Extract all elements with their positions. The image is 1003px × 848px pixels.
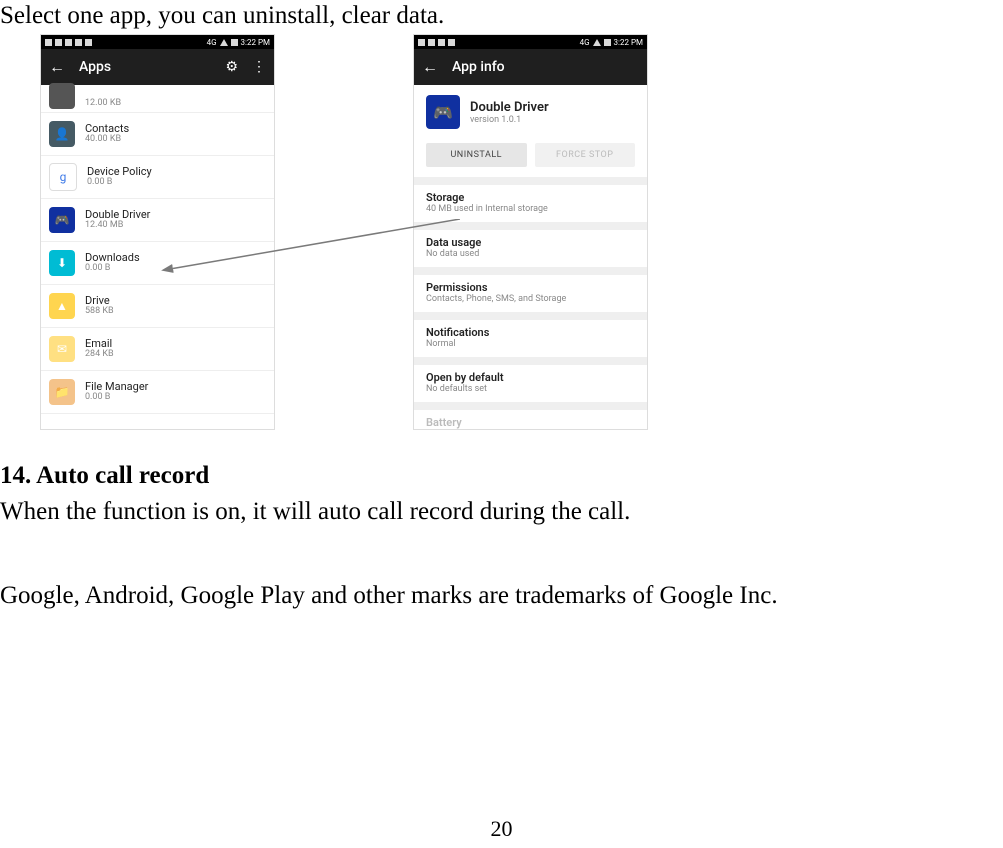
app-icon: ✉ (49, 336, 75, 362)
app-icon: 👤 (49, 121, 75, 147)
network-label: 4G (207, 38, 217, 47)
app-row[interactable]: 🎮Double Driver12.40 MB (41, 199, 274, 242)
app-size: 0.00 B (85, 264, 140, 274)
intro-text: Select one app, you can uninstall, clear… (0, 2, 1003, 30)
gear-icon[interactable]: ⚙ (225, 59, 238, 75)
info-section[interactable]: PermissionsContacts, Phone, SMS, and Sto… (414, 267, 647, 312)
status-icon (418, 39, 425, 46)
app-size: 12.40 MB (85, 221, 150, 231)
status-icon (448, 39, 455, 46)
section-subtitle: Contacts, Phone, SMS, and Storage (426, 294, 635, 304)
section-title: Storage (426, 191, 635, 204)
battery-icon (604, 39, 611, 46)
section-heading: 14. Auto call record (0, 462, 1003, 490)
uninstall-button[interactable]: UNINSTALL (426, 143, 527, 167)
clock-label: 3:22 PM (241, 38, 270, 47)
status-icon (55, 39, 62, 46)
status-icon (75, 39, 82, 46)
app-size: 40.00 KB (85, 135, 129, 145)
info-section[interactable]: Data usageNo data used (414, 222, 647, 267)
app-row[interactable]: 📁File Manager0.00 B (41, 371, 274, 414)
app-icon: 🎮 (49, 207, 75, 233)
clock-label: 3:22 PM (614, 38, 643, 47)
app-size: 0.00 B (85, 393, 148, 403)
section-subtitle: No defaults set (426, 384, 635, 394)
info-section[interactable]: NotificationsNormal (414, 312, 647, 357)
section-title: Battery (426, 416, 635, 429)
status-icon (85, 39, 92, 46)
app-size: 284 KB (85, 350, 114, 360)
app-name: Double Driver (470, 100, 549, 115)
section-title: Permissions (426, 281, 635, 294)
screen-title: App info (452, 59, 639, 75)
app-row[interactable]: ✉Email284 KB (41, 328, 274, 371)
action-bar: ← Apps ⚙ ⋮ (41, 49, 274, 85)
status-bar: 4G 3:22 PM (414, 35, 647, 49)
signal-icon (593, 39, 601, 46)
signal-icon (220, 39, 228, 46)
screen-title: Apps (79, 59, 211, 75)
app-icon: 🎮 (426, 95, 460, 129)
body-paragraph: When the function is on, it will auto ca… (0, 498, 1003, 526)
more-icon[interactable]: ⋮ (252, 59, 266, 75)
battery-icon (231, 39, 238, 46)
app-size: 12.00 KB (85, 99, 121, 109)
info-section[interactable]: Storage40 MB used in Internal storage (414, 185, 647, 222)
app-icon: g (49, 163, 77, 191)
app-size: 588 KB (85, 307, 114, 317)
button-row: UNINSTALL FORCE STOP (414, 139, 647, 177)
trademark-note: Google, Android, Google Play and other m… (0, 582, 1003, 610)
phone-apps-list: 4G 3:22 PM ← Apps ⚙ ⋮ 12.00 KB 👤Contacts4… (40, 34, 275, 430)
app-version: version 1.0.1 (470, 115, 549, 125)
app-row[interactable]: gDevice Policy0.00 B (41, 156, 274, 199)
network-label: 4G (580, 38, 590, 47)
section-title: Notifications (426, 326, 635, 339)
app-icon: 📁 (49, 379, 75, 405)
back-icon[interactable]: ← (422, 59, 438, 75)
screenshots-container: 4G 3:22 PM ← Apps ⚙ ⋮ 12.00 KB 👤Contacts4… (40, 34, 1003, 444)
app-row[interactable]: 12.00 KB (41, 85, 274, 113)
status-icon (65, 39, 72, 46)
info-section[interactable]: Battery (414, 402, 647, 430)
app-icon: ▲ (49, 293, 75, 319)
app-row[interactable]: 👤Contacts40.00 KB (41, 113, 274, 156)
phone-app-info: 4G 3:22 PM ← App info 🎮 Double Driver ve… (413, 34, 648, 430)
info-section[interactable]: Open by defaultNo defaults set (414, 357, 647, 402)
status-icon (438, 39, 445, 46)
app-size: 0.00 B (87, 178, 152, 188)
app-row[interactable]: ⬇Downloads0.00 B (41, 242, 274, 285)
app-list: 12.00 KB 👤Contacts40.00 KBgDevice Policy0… (41, 85, 274, 414)
action-bar: ← App info (414, 49, 647, 85)
back-icon[interactable]: ← (49, 59, 65, 75)
force-stop-button[interactable]: FORCE STOP (535, 143, 636, 167)
section-title: Open by default (426, 371, 635, 384)
info-sections: Storage40 MB used in Internal storageDat… (414, 185, 647, 430)
status-icon (428, 39, 435, 46)
page-number: 20 (0, 816, 1003, 842)
status-icon (45, 39, 52, 46)
app-icon (49, 83, 75, 109)
section-subtitle: No data used (426, 249, 635, 259)
app-icon: ⬇ (49, 250, 75, 276)
section-title: Data usage (426, 236, 635, 249)
app-header: 🎮 Double Driver version 1.0.1 (414, 85, 647, 139)
section-subtitle: 40 MB used in Internal storage (426, 204, 635, 214)
status-bar: 4G 3:22 PM (41, 35, 274, 49)
section-subtitle: Normal (426, 339, 635, 349)
app-row[interactable]: ▲Drive588 KB (41, 285, 274, 328)
